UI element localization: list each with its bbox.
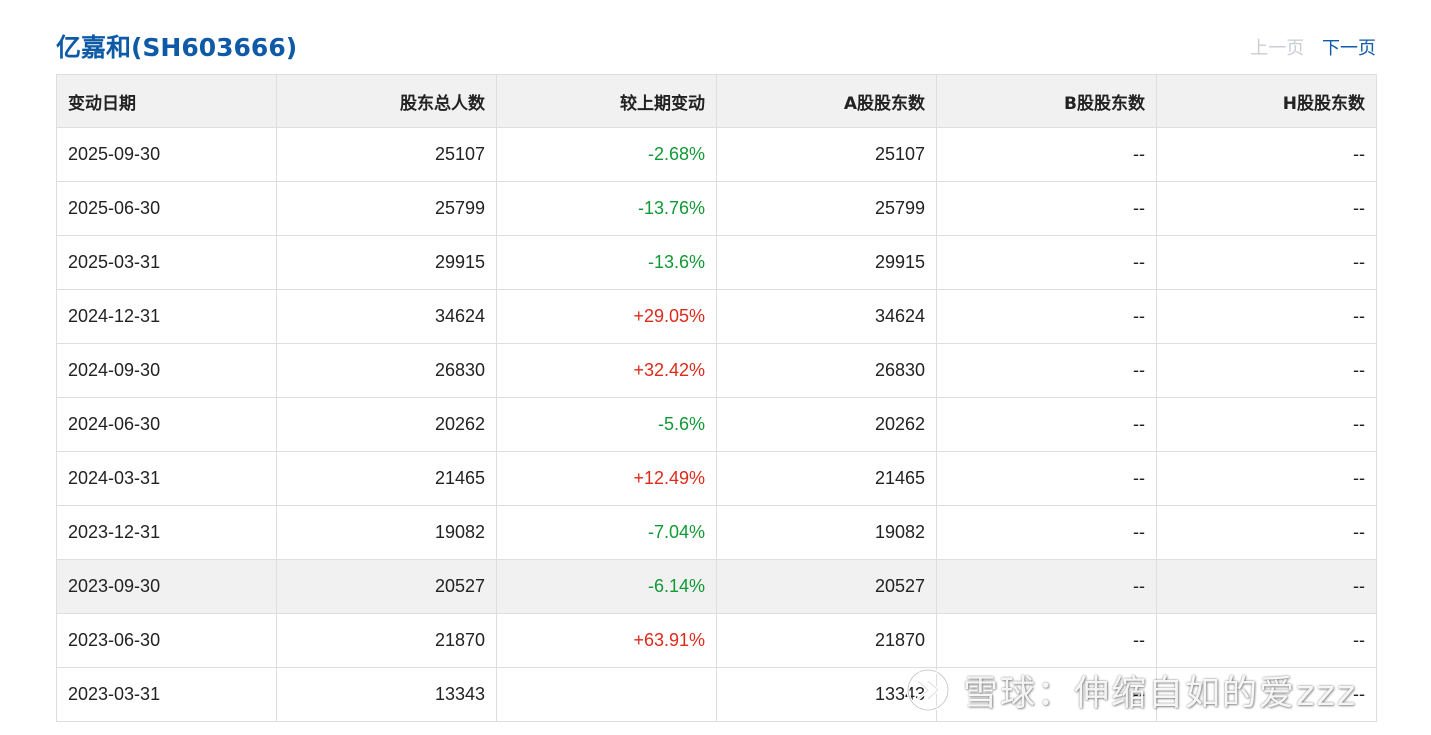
cell-a-shares: 25799 [716, 181, 937, 236]
table-header-row: 变动日期 股东总人数 较上期变动 A股股东数 B股股东数 H股股东数 [56, 74, 1377, 128]
cell-change: -6.14% [496, 559, 717, 614]
cell-total: 21465 [276, 451, 497, 506]
table-row: 2025-09-30 25107 -2.68% 25107 -- -- [56, 127, 1377, 182]
cell-date: 2025-03-31 [56, 235, 277, 290]
cell-h-shares: -- [1156, 667, 1377, 722]
cell-h-shares: -- [1156, 505, 1377, 560]
table-row: 2024-06-30 20262 -5.6% 20262 -- -- [56, 397, 1377, 452]
cell-a-shares: 21465 [716, 451, 937, 506]
cell-date: 2023-03-31 [56, 667, 277, 722]
cell-a-shares: 19082 [716, 505, 937, 560]
cell-total: 21870 [276, 613, 497, 668]
cell-date: 2024-03-31 [56, 451, 277, 506]
cell-change: -13.76% [496, 181, 717, 236]
cell-b-shares: -- [936, 451, 1157, 506]
cell-h-shares: -- [1156, 289, 1377, 344]
shareholder-table-container: 变动日期 股东总人数 较上期变动 A股股东数 B股股东数 H股股东数 2025-… [56, 74, 1377, 722]
cell-total: 25799 [276, 181, 497, 236]
table-row: 2024-12-31 34624 +29.05% 34624 -- -- [56, 289, 1377, 344]
page-title: 亿嘉和(SH603666) [56, 33, 298, 62]
cell-h-shares: -- [1156, 181, 1377, 236]
cell-date: 2024-09-30 [56, 343, 277, 398]
cell-a-shares: 29915 [716, 235, 937, 290]
cell-b-shares: -- [936, 667, 1157, 722]
cell-change: -13.6% [496, 235, 717, 290]
table-row: 2023-03-31 13343 13343 -- -- [56, 667, 1377, 722]
table-row: 2023-06-30 21870 +63.91% 21870 -- -- [56, 613, 1377, 668]
table-row: 2025-06-30 25799 -13.76% 25799 -- -- [56, 181, 1377, 236]
cell-change [496, 667, 717, 722]
cell-h-shares: -- [1156, 343, 1377, 398]
cell-total: 25107 [276, 127, 497, 182]
cell-b-shares: -- [936, 289, 1157, 344]
cell-date: 2023-09-30 [56, 559, 277, 614]
cell-total: 20527 [276, 559, 497, 614]
column-header-total: 股东总人数 [276, 74, 497, 128]
table-row: 2023-09-30 20527 -6.14% 20527 -- -- [56, 559, 1377, 614]
cell-date: 2025-06-30 [56, 181, 277, 236]
cell-h-shares: -- [1156, 127, 1377, 182]
cell-b-shares: -- [936, 343, 1157, 398]
table-row: 2025-03-31 29915 -13.6% 29915 -- -- [56, 235, 1377, 290]
cell-change: +32.42% [496, 343, 717, 398]
cell-h-shares: -- [1156, 559, 1377, 614]
cell-h-shares: -- [1156, 451, 1377, 506]
table-row: 2024-03-31 21465 +12.49% 21465 -- -- [56, 451, 1377, 506]
cell-total: 26830 [276, 343, 497, 398]
cell-total: 34624 [276, 289, 497, 344]
cell-change: -5.6% [496, 397, 717, 452]
shareholder-table: 变动日期 股东总人数 较上期变动 A股股东数 B股股东数 H股股东数 2025-… [56, 74, 1377, 722]
cell-b-shares: -- [936, 505, 1157, 560]
cell-a-shares: 20527 [716, 559, 937, 614]
cell-b-shares: -- [936, 397, 1157, 452]
cell-h-shares: -- [1156, 235, 1377, 290]
column-header-date: 变动日期 [56, 74, 277, 128]
cell-a-shares: 26830 [716, 343, 937, 398]
cell-a-shares: 20262 [716, 397, 937, 452]
cell-date: 2023-12-31 [56, 505, 277, 560]
cell-date: 2024-06-30 [56, 397, 277, 452]
cell-a-shares: 25107 [716, 127, 937, 182]
cell-h-shares: -- [1156, 613, 1377, 668]
cell-b-shares: -- [936, 235, 1157, 290]
column-header-change: 较上期变动 [496, 74, 717, 128]
column-header-b-shares: B股股东数 [936, 74, 1157, 128]
cell-change: +29.05% [496, 289, 717, 344]
table-row: 2024-09-30 26830 +32.42% 26830 -- -- [56, 343, 1377, 398]
cell-a-shares: 34624 [716, 289, 937, 344]
cell-change: +12.49% [496, 451, 717, 506]
cell-date: 2023-06-30 [56, 613, 277, 668]
cell-date: 2025-09-30 [56, 127, 277, 182]
cell-change: -7.04% [496, 505, 717, 560]
cell-total: 19082 [276, 505, 497, 560]
column-header-h-shares: H股股东数 [1156, 74, 1377, 128]
cell-total: 29915 [276, 235, 497, 290]
cell-a-shares: 21870 [716, 613, 937, 668]
pagination: 上一页 下一页 [1250, 34, 1376, 60]
column-header-a-shares: A股股东数 [716, 74, 937, 128]
cell-change: +63.91% [496, 613, 717, 668]
cell-total: 20262 [276, 397, 497, 452]
cell-change: -2.68% [496, 127, 717, 182]
cell-b-shares: -- [936, 613, 1157, 668]
cell-total: 13343 [276, 667, 497, 722]
next-page-link[interactable]: 下一页 [1322, 38, 1376, 59]
prev-page-link[interactable]: 上一页 [1250, 38, 1304, 59]
cell-b-shares: -- [936, 127, 1157, 182]
cell-date: 2024-12-31 [56, 289, 277, 344]
cell-b-shares: -- [936, 559, 1157, 614]
cell-a-shares: 13343 [716, 667, 937, 722]
table-row: 2023-12-31 19082 -7.04% 19082 -- -- [56, 505, 1377, 560]
cell-h-shares: -- [1156, 397, 1377, 452]
cell-b-shares: -- [936, 181, 1157, 236]
